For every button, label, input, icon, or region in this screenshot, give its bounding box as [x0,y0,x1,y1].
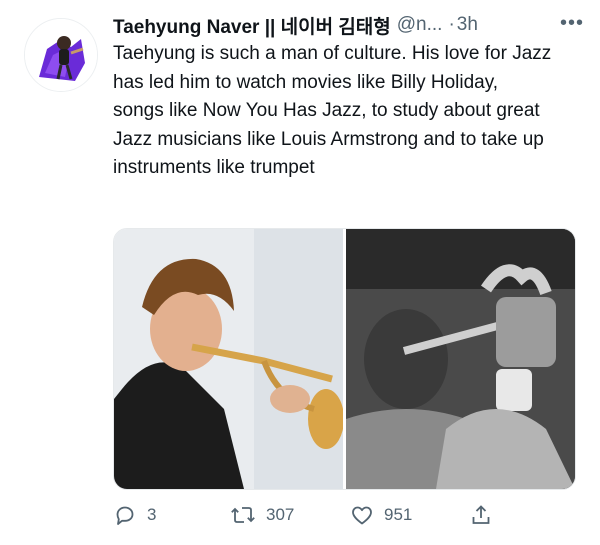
share-icon [472,505,490,524]
more-icon[interactable]: ••• [560,12,584,35]
avatar-image [25,19,97,91]
retweet-count: 307 [266,505,295,524]
reply-icon [116,506,134,525]
timestamp[interactable]: 3h [457,14,478,36]
photo-trumpet-bw [346,229,575,489]
reply-count: 3 [147,505,157,524]
author-name[interactable]: Taehyung Naver || 네이버 김태형 [113,12,391,39]
avatar[interactable] [24,18,98,92]
media-grid [113,228,576,490]
photo-trumpet-young-man [114,229,343,489]
share-button[interactable] [469,498,493,532]
action-bar: 3 307 951 [113,498,513,532]
media-image-trumpet-player[interactable] [114,229,343,489]
heart-icon [352,506,372,525]
retweet-icon [231,507,255,523]
reply-button[interactable]: 3 [113,498,156,532]
separator-dot: · [448,14,455,35]
tweet-text: Taehyung is such a man of culture. His l… [113,43,552,178]
like-button[interactable]: 951 [350,498,412,532]
retweet-button[interactable]: 307 [230,498,294,532]
tweet-header: Taehyung Naver || 네이버 김태형 @n... · 3h ••• [113,12,588,38]
tweet[interactable]: Taehyung Naver || 네이버 김태형 @n... · 3h •••… [0,0,600,545]
author-handle[interactable]: @n... [397,14,443,36]
media-image-louis-armstrong[interactable] [346,229,575,489]
like-count: 951 [384,505,413,524]
